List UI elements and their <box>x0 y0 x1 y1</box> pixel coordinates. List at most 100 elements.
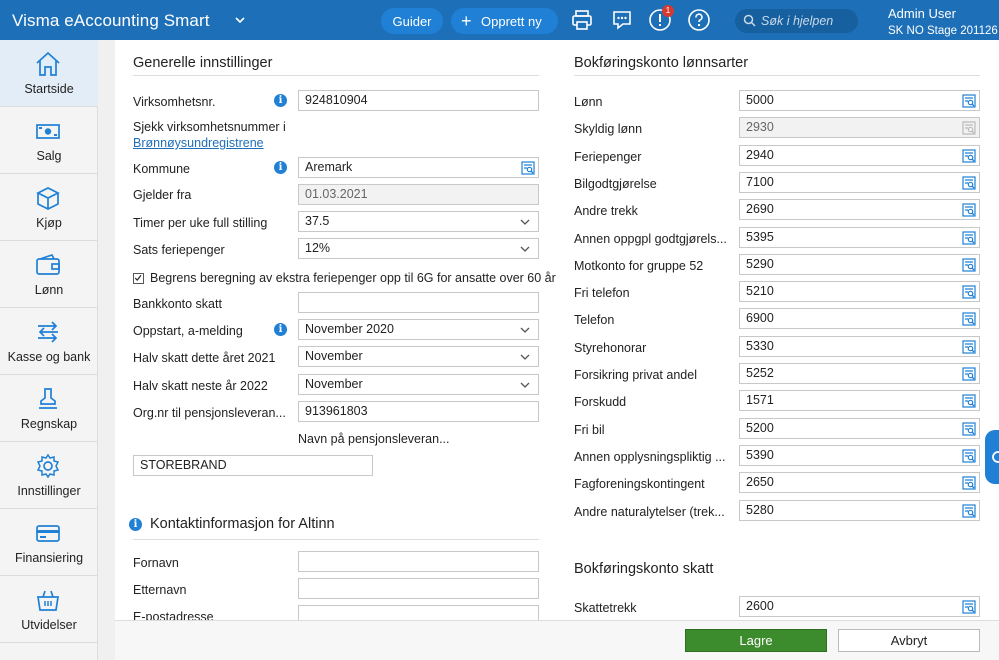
info-icon[interactable]: i <box>129 518 142 531</box>
sidebar-item-startside[interactable]: Startside <box>0 40 98 107</box>
help-search[interactable]: Søk i hjelpen <box>735 9 858 33</box>
sidebar-item-salg[interactable]: Salg <box>0 107 98 174</box>
lonnsart-field[interactable]: 2690 <box>739 199 980 221</box>
sats-label: Sats feriepenger <box>133 243 225 257</box>
lonnsarter-section-title: Bokføringskonto lønnsarter <box>574 55 980 76</box>
kommune-field[interactable]: Aremark <box>298 157 539 178</box>
lonnsart-field[interactable]: 6900 <box>739 308 980 330</box>
lonnsart-value: 6900 <box>746 311 774 326</box>
sidebar-item-label: Utvidelser <box>21 618 77 632</box>
fornavn-field[interactable] <box>298 551 539 572</box>
navn-field[interactable]: STOREBRAND <box>133 455 373 476</box>
lookup-icon[interactable] <box>962 312 976 326</box>
bankkonto-label: Bankkonto skatt <box>133 297 222 311</box>
create-new-button[interactable]: + Opprett ny <box>451 8 558 34</box>
bankkonto-field[interactable] <box>298 292 539 313</box>
info-icon[interactable]: i <box>274 161 287 174</box>
lookup-icon[interactable] <box>962 449 976 463</box>
lookup-icon[interactable] <box>962 285 976 299</box>
oppstart-select[interactable]: November 2020 <box>298 319 539 340</box>
lonnsart-label: Forskudd <box>574 395 627 410</box>
lonnsart-field[interactable]: 5252 <box>739 363 980 384</box>
sidebar-item-finansiering[interactable]: Finansiering <box>0 509 98 576</box>
lonnsart-label: Andre naturalytelser (trek... <box>574 504 725 519</box>
chat-icon[interactable] <box>610 8 634 32</box>
timer-select[interactable]: 37.5 <box>298 211 539 232</box>
skatt-section-title: Bokføringskonto skatt <box>574 561 714 577</box>
lookup-icon[interactable] <box>962 503 976 518</box>
lookup-icon[interactable] <box>962 394 976 408</box>
lonnsart-field[interactable]: 5395 <box>739 226 980 248</box>
epost-field[interactable] <box>298 605 539 620</box>
halv-neste-select[interactable]: November <box>298 374 539 395</box>
brreg-link[interactable]: Brønnøysundregistrene <box>133 136 264 150</box>
lonnsart-field[interactable]: 7100 <box>739 171 980 193</box>
skattetrekk-value: 2600 <box>746 599 774 613</box>
info-icon[interactable]: i <box>274 323 287 336</box>
halv-dette-select[interactable]: November <box>298 346 539 367</box>
lookup-icon[interactable] <box>962 340 976 354</box>
lonnsart-field[interactable]: 2940 <box>739 144 980 166</box>
lonnsart-value: 7100 <box>746 174 774 189</box>
guider-button[interactable]: Guider <box>381 8 443 34</box>
sidebar-item-kjop[interactable]: Kjøp <box>0 174 98 241</box>
lonnsart-value: 5395 <box>746 229 774 244</box>
checkmark-icon <box>134 274 142 282</box>
lonnsart-field[interactable]: 5000 <box>739 90 980 111</box>
lookup-icon[interactable] <box>962 176 976 190</box>
epost-label: E-postadresse <box>133 610 214 620</box>
lonnsart-field[interactable]: 5330 <box>739 335 980 357</box>
lonnsart-value: 5390 <box>746 447 774 462</box>
lonnsart-field[interactable]: 1571 <box>739 390 980 412</box>
lookup-icon[interactable] <box>962 230 976 245</box>
chat-launcher[interactable] <box>985 430 999 484</box>
sidebar-item-label: Regnskap <box>20 417 78 431</box>
sidebar-item-innstillinger[interactable]: Innstillinger <box>0 442 98 509</box>
skattetrekk-field[interactable]: 2600 <box>739 596 980 617</box>
sidebar-item-kasse-og-bank[interactable]: Kasse og bank <box>0 308 98 375</box>
lonnsart-field[interactable]: 5390 <box>739 444 980 466</box>
chevron-down-icon <box>520 219 530 225</box>
sidebar-item-label: Startside <box>24 82 74 96</box>
lookup-icon[interactable] <box>962 148 976 163</box>
etternavn-field[interactable] <box>298 578 539 599</box>
sidebar-item-regnskap[interactable]: Regnskap <box>0 375 98 442</box>
lonnsart-label: Telefon <box>574 313 615 328</box>
timer-value: 37.5 <box>305 214 330 228</box>
user-menu[interactable]: Admin User SK NO Stage 201126 <box>888 6 998 39</box>
lonnsart-label: Annen oppgpl godtgjørels... <box>574 231 727 246</box>
box-icon <box>36 187 60 210</box>
lookup-icon[interactable] <box>962 421 976 436</box>
lookup-icon[interactable] <box>962 203 976 217</box>
lonnsart-value: 5290 <box>746 256 774 271</box>
lonnsart-field[interactable]: 5280 <box>739 499 980 521</box>
lookup-icon[interactable] <box>962 258 976 272</box>
virksomhetsnr-field[interactable]: 924810904 <box>298 90 539 111</box>
lonnsart-label: Bilgodtgjørelse <box>574 176 657 191</box>
stamp-icon <box>39 388 57 409</box>
lonnsart-value: 2690 <box>746 202 774 217</box>
lookup-icon[interactable] <box>521 161 535 175</box>
sidebar-item-lonn[interactable]: Lønn <box>0 241 98 308</box>
begrens-checkbox[interactable] <box>133 273 144 284</box>
help-icon[interactable] <box>687 8 711 32</box>
sats-select[interactable]: 12% <box>298 238 539 259</box>
lonnsart-field[interactable]: 5200 <box>739 417 980 439</box>
lookup-icon[interactable] <box>962 476 976 490</box>
orgnr-field[interactable]: 913961803 <box>298 401 539 422</box>
chevron-down-icon[interactable] <box>234 14 246 26</box>
sidebar-item-label: Kasse og bank <box>7 350 91 364</box>
sidebar-item-utvidelser[interactable]: Utvidelser <box>0 576 98 643</box>
lonnsart-field[interactable]: 5290 <box>739 253 980 275</box>
print-icon[interactable] <box>570 8 594 32</box>
lonnsart-field[interactable]: 2650 <box>739 472 980 494</box>
lookup-icon[interactable] <box>962 600 976 614</box>
cancel-button[interactable]: Avbryt <box>838 629 980 652</box>
app-title[interactable]: Visma eAccounting Smart <box>12 0 210 40</box>
info-icon[interactable]: i <box>274 94 287 107</box>
save-button[interactable]: Lagre <box>685 629 827 652</box>
lonnsart-value: 5280 <box>746 502 774 517</box>
lookup-icon[interactable] <box>962 367 976 381</box>
lookup-icon[interactable] <box>962 94 976 108</box>
lonnsart-field[interactable]: 5210 <box>739 281 980 303</box>
